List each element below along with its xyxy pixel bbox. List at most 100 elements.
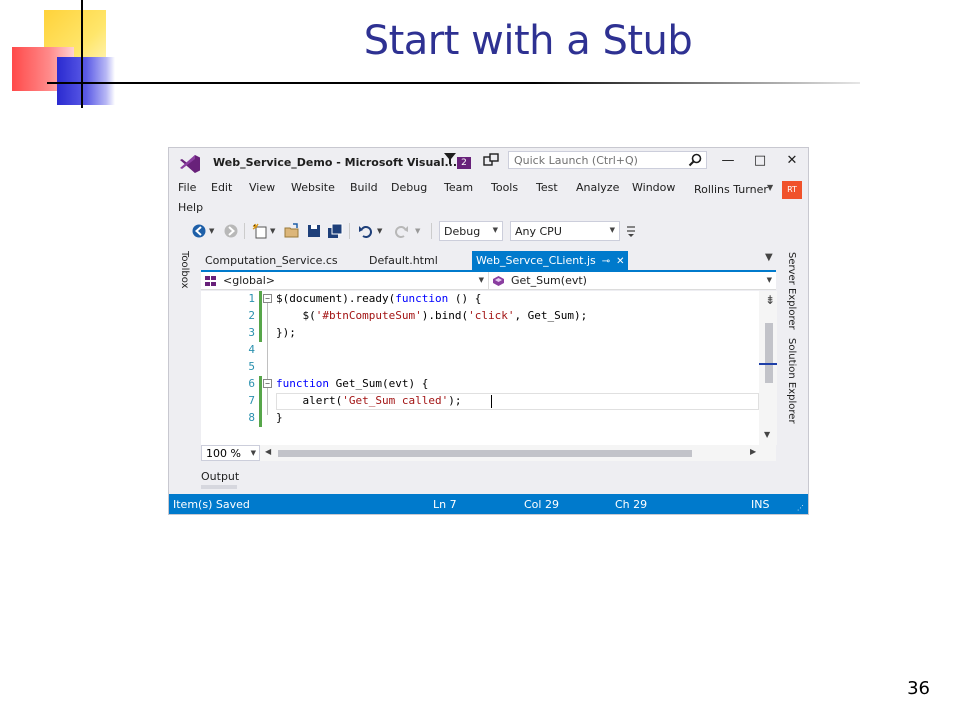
- notification-flag-icon[interactable]: [443, 152, 457, 166]
- decor-horizontal-line: [47, 82, 860, 84]
- code-line[interactable]: 5: [201, 359, 759, 376]
- toolbar-overflow-icon[interactable]: [624, 223, 640, 239]
- pin-icon[interactable]: ⊸: [602, 256, 610, 267]
- redo-icon[interactable]: [393, 223, 409, 239]
- save-all-icon[interactable]: [327, 223, 343, 239]
- search-icon[interactable]: [688, 153, 702, 167]
- code-line[interactable]: 7 alert('Get_Sum called');: [201, 393, 759, 410]
- close-button[interactable]: ✕: [781, 152, 803, 170]
- chevron-down-icon: ▼: [478, 276, 484, 284]
- menu-website[interactable]: Website: [291, 181, 335, 194]
- code-line[interactable]: 8 }: [201, 410, 759, 427]
- visual-studio-logo-icon: [180, 155, 200, 173]
- member-dropdown[interactable]: Get_Sum(evt) ▼: [489, 272, 776, 290]
- toolbox-tab[interactable]: Toolbox: [179, 251, 190, 289]
- server-explorer-tab[interactable]: Server Explorer: [786, 252, 797, 330]
- menu-debug[interactable]: Debug: [391, 181, 427, 194]
- open-folder-icon[interactable]: [284, 223, 300, 239]
- scope-dropdown[interactable]: <global> ▼: [201, 272, 489, 290]
- code-line[interactable]: 2 $('#btnComputeSum').bind('click', Get_…: [201, 308, 759, 325]
- chevron-down-icon: ▼: [492, 226, 498, 234]
- status-char: Ch 29: [615, 498, 648, 511]
- platform-value: Any CPU: [515, 225, 562, 238]
- code-line[interactable]: 4: [201, 342, 759, 359]
- menu-edit[interactable]: Edit: [211, 181, 232, 194]
- toolbar-separator: [431, 223, 432, 239]
- resize-grip-icon[interactable]: ⋰: [797, 504, 804, 512]
- scroll-down-icon[interactable]: ▼: [764, 430, 770, 439]
- chevron-down-icon[interactable]: ▼: [377, 227, 393, 243]
- caret-position-marker: [759, 363, 777, 365]
- decor-vertical-line: [81, 0, 83, 108]
- minimize-button[interactable]: —: [717, 152, 739, 170]
- notification-badge[interactable]: 2: [457, 157, 471, 169]
- code-text: function Get_Sum(evt) {: [276, 377, 429, 390]
- status-insert-mode: INS: [751, 498, 770, 511]
- scroll-left-icon[interactable]: ◀: [265, 447, 271, 456]
- menu-window[interactable]: Window: [632, 181, 675, 194]
- code-text: });: [276, 326, 296, 339]
- output-tab[interactable]: Output: [201, 470, 239, 483]
- visual-studio-window: Web_Service_Demo - Microsoft Visual... 2…: [168, 147, 809, 515]
- line-number: 1: [248, 292, 255, 305]
- text-caret: [491, 395, 492, 408]
- code-text: }: [276, 411, 283, 424]
- menu-analyze[interactable]: Analyze: [576, 181, 619, 194]
- tab-list-dropdown-icon[interactable]: ▼: [765, 252, 773, 263]
- horizontal-scroll-thumb[interactable]: [278, 450, 692, 457]
- forward-arrow-icon[interactable]: [223, 223, 239, 239]
- collapse-icon[interactable]: −: [263, 379, 272, 388]
- tab-web-service-client[interactable]: Web_Servce_CLient.js ⊸ ✕: [472, 251, 628, 270]
- tab-default-html[interactable]: Default.html: [365, 251, 442, 270]
- configuration-select[interactable]: Debug ▼: [439, 221, 503, 241]
- solution-explorer-tab[interactable]: Solution Explorer: [786, 338, 797, 424]
- feedback-icon[interactable]: [483, 153, 499, 169]
- menu-tools[interactable]: Tools: [491, 181, 518, 194]
- code-line[interactable]: 1 − $(document).ready(function () {: [201, 291, 759, 308]
- save-icon[interactable]: [306, 223, 322, 239]
- split-window-icon[interactable]: ⇟: [765, 293, 775, 307]
- toolbar-separator: [349, 223, 350, 239]
- collapse-icon[interactable]: −: [263, 294, 272, 303]
- menu-file[interactable]: File: [178, 181, 196, 194]
- close-icon[interactable]: ✕: [616, 256, 624, 267]
- avatar[interactable]: RT: [782, 181, 802, 199]
- scope-value: <global>: [223, 274, 275, 287]
- user-name[interactable]: Rollins Turner: [694, 183, 768, 196]
- platform-select[interactable]: Any CPU ▼: [510, 221, 620, 241]
- decor-blue-square: [57, 57, 115, 105]
- maximize-button[interactable]: □: [749, 152, 771, 170]
- scroll-right-icon[interactable]: ▶: [750, 447, 756, 456]
- code-line[interactable]: 3 });: [201, 325, 759, 342]
- chevron-down-icon[interactable]: ▼: [767, 183, 773, 192]
- zoom-select[interactable]: 100 % ▼: [201, 445, 260, 461]
- menu-test[interactable]: Test: [536, 181, 558, 194]
- menu-view[interactable]: View: [249, 181, 275, 194]
- line-number: 5: [248, 360, 255, 373]
- chevron-down-icon: ▼: [766, 276, 772, 284]
- new-project-icon[interactable]: [252, 223, 268, 239]
- line-number: 4: [248, 343, 255, 356]
- menu-help[interactable]: Help: [178, 201, 203, 214]
- line-number: 7: [248, 394, 255, 407]
- chevron-down-icon[interactable]: ▼: [415, 227, 431, 243]
- toolbar-separator: [244, 223, 245, 239]
- menu-team[interactable]: Team: [444, 181, 473, 194]
- code-line[interactable]: 6 − function Get_Sum(evt) {: [201, 376, 759, 393]
- output-tab-indicator: [201, 485, 237, 489]
- quick-launch-input[interactable]: Quick Launch (Ctrl+Q): [508, 151, 707, 169]
- status-message: Item(s) Saved: [173, 498, 250, 511]
- code-editor[interactable]: 1 − $(document).ready(function () { 2 $(…: [201, 291, 759, 445]
- tab-computation-service[interactable]: Computation_Service.cs: [201, 251, 342, 270]
- configuration-value: Debug: [444, 225, 481, 238]
- code-text: $(document).ready(function () {: [276, 292, 482, 305]
- back-arrow-icon[interactable]: [191, 223, 207, 239]
- member-value: Get_Sum(evt): [511, 274, 587, 287]
- vertical-scroll-thumb[interactable]: [765, 323, 773, 383]
- menu-build[interactable]: Build: [350, 181, 378, 194]
- code-text: $('#btnComputeSum').bind('click', Get_Su…: [276, 309, 588, 322]
- status-line: Ln 7: [433, 498, 457, 511]
- undo-icon[interactable]: [358, 223, 374, 239]
- status-bar: Item(s) Saved Ln 7 Col 29 Ch 29 INS ⋰: [169, 494, 808, 514]
- line-number: 6: [248, 377, 255, 390]
